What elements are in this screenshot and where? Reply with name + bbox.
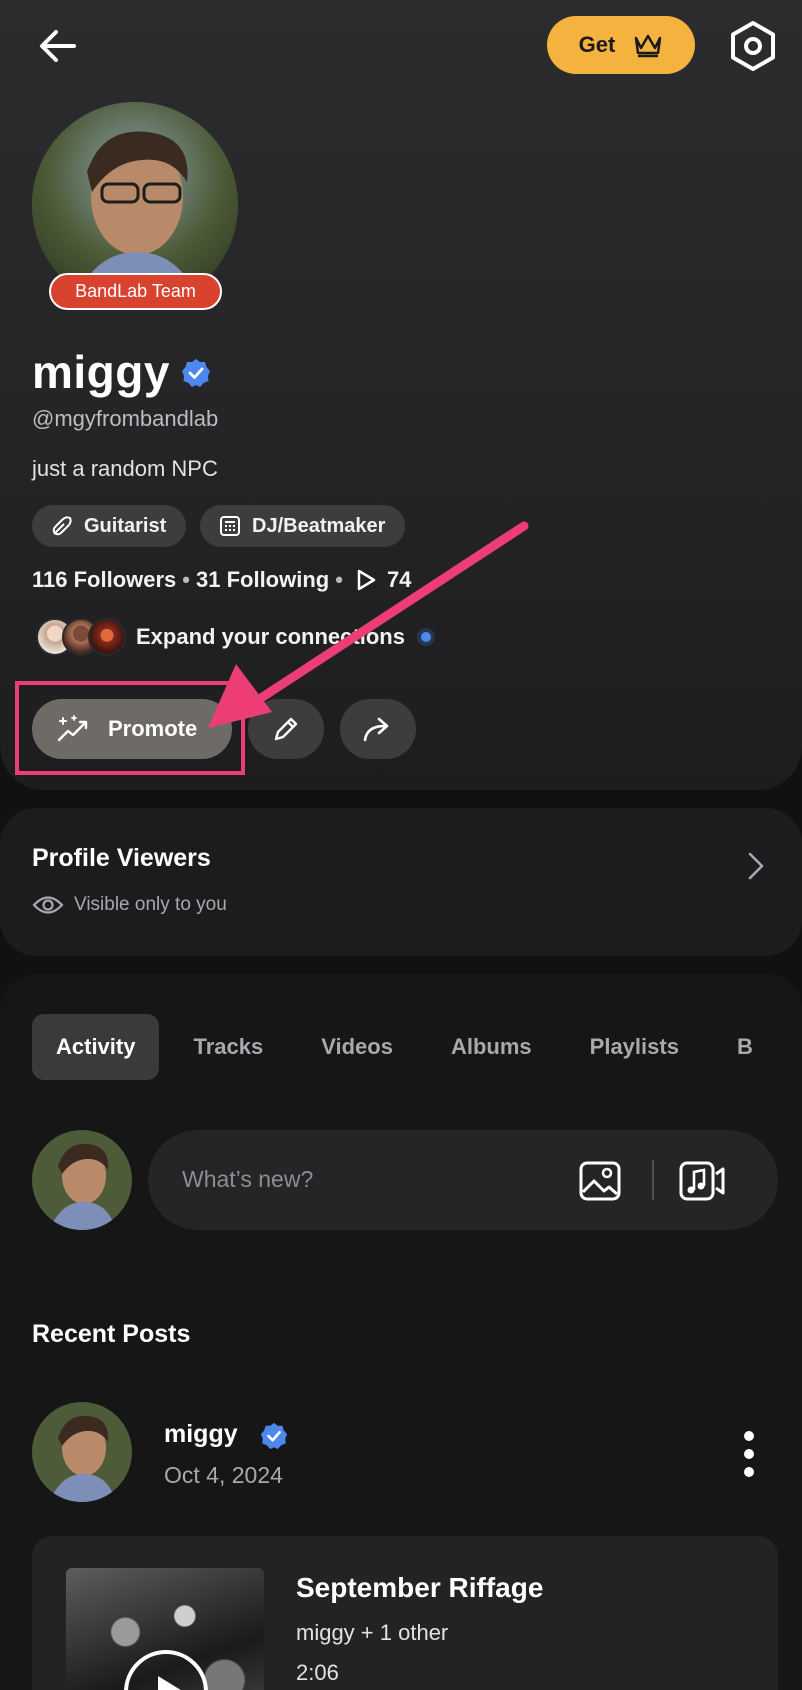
team-badge: BandLab Team bbox=[49, 273, 222, 310]
post-author-name[interactable]: miggy bbox=[164, 1420, 238, 1449]
tag-guitarist[interactable]: Guitarist bbox=[32, 505, 187, 547]
track-artist[interactable]: miggy + 1 other bbox=[296, 1620, 448, 1646]
back-arrow-icon[interactable] bbox=[34, 22, 82, 70]
activity-section: Activity Tracks Videos Albums Playlists … bbox=[0, 974, 802, 1690]
tag-label: DJ/Beatmaker bbox=[252, 514, 386, 537]
connection-avatar bbox=[88, 618, 126, 656]
pencil-icon bbox=[274, 717, 298, 741]
get-label: Get bbox=[578, 32, 616, 57]
annotation-highlight-box bbox=[15, 681, 245, 775]
visibility-note: Visible only to you bbox=[32, 894, 227, 916]
tab-videos[interactable]: Videos bbox=[297, 1014, 417, 1080]
image-upload-icon[interactable] bbox=[578, 1160, 622, 1202]
profile-name: miggy bbox=[32, 346, 170, 398]
tab-albums[interactable]: Albums bbox=[427, 1014, 556, 1080]
connect-label: Expand your connections bbox=[136, 624, 405, 649]
profile-viewers-card[interactable]: Profile Viewers Visible only to you bbox=[0, 808, 802, 956]
tag-label: Guitarist bbox=[84, 514, 167, 537]
followers-count[interactable]: 116 Followers bbox=[32, 567, 176, 593]
plays-count: 74 bbox=[386, 567, 412, 592]
track-duration: 2:06 bbox=[296, 1660, 339, 1685]
profile-viewers-title: Profile Viewers bbox=[32, 844, 211, 872]
profile-bio: just a random NPC bbox=[32, 456, 218, 481]
profile-stats: 116 Followers • 31 Following • 74 bbox=[32, 567, 412, 593]
tab-activity[interactable]: Activity bbox=[32, 1014, 160, 1080]
post-date: Oct 4, 2024 bbox=[164, 1462, 283, 1488]
verified-icon bbox=[182, 359, 210, 387]
play-count-icon bbox=[357, 569, 376, 591]
drum-machine-icon bbox=[220, 516, 240, 536]
guitar-icon bbox=[52, 516, 72, 536]
track-card[interactable]: September Riffage miggy + 1 other 2:06 bbox=[32, 1536, 778, 1690]
edit-profile-button[interactable] bbox=[248, 699, 324, 759]
get-membership-button[interactable]: Get bbox=[547, 16, 695, 74]
music-video-icon[interactable] bbox=[678, 1160, 726, 1202]
following-count[interactable]: 31 Following bbox=[196, 567, 329, 593]
expand-connections[interactable]: Expand your connections bbox=[36, 618, 435, 656]
share-profile-button[interactable] bbox=[340, 699, 416, 759]
composer-placeholder: What’s new? bbox=[182, 1166, 314, 1192]
composer-divider bbox=[652, 1160, 654, 1200]
verified-icon bbox=[260, 1422, 288, 1450]
profile-handle: @mgyfrombandlab bbox=[32, 406, 219, 431]
profile-header: Get BandLab Team miggy @mgyfrombandlab j… bbox=[0, 0, 802, 790]
more-options-icon[interactable] bbox=[742, 1430, 756, 1478]
profile-tabs: Activity Tracks Videos Albums Playlists … bbox=[32, 1014, 802, 1080]
chevron-right-icon bbox=[748, 852, 764, 880]
share-arrow-icon bbox=[363, 717, 389, 742]
tab-playlists[interactable]: Playlists bbox=[566, 1014, 703, 1080]
tab-more[interactable]: B bbox=[713, 1014, 777, 1080]
recent-posts-heading: Recent Posts bbox=[32, 1320, 191, 1348]
crown-icon bbox=[635, 34, 662, 58]
tab-tracks[interactable]: Tracks bbox=[169, 1014, 287, 1080]
post-author-avatar[interactable] bbox=[32, 1402, 132, 1502]
eye-icon bbox=[32, 896, 64, 914]
post-composer[interactable]: What’s new? bbox=[148, 1130, 778, 1230]
tag-dj-beatmaker[interactable]: DJ/Beatmaker bbox=[200, 505, 406, 547]
track-cover-art bbox=[66, 1568, 264, 1690]
notification-dot bbox=[416, 628, 435, 646]
visibility-label: Visible only to you bbox=[74, 894, 227, 915]
track-title[interactable]: September Riffage bbox=[296, 1572, 543, 1604]
play-icon bbox=[158, 1676, 181, 1690]
play-button[interactable] bbox=[124, 1650, 208, 1690]
composer-avatar bbox=[32, 1130, 132, 1230]
settings-icon[interactable] bbox=[728, 20, 778, 72]
